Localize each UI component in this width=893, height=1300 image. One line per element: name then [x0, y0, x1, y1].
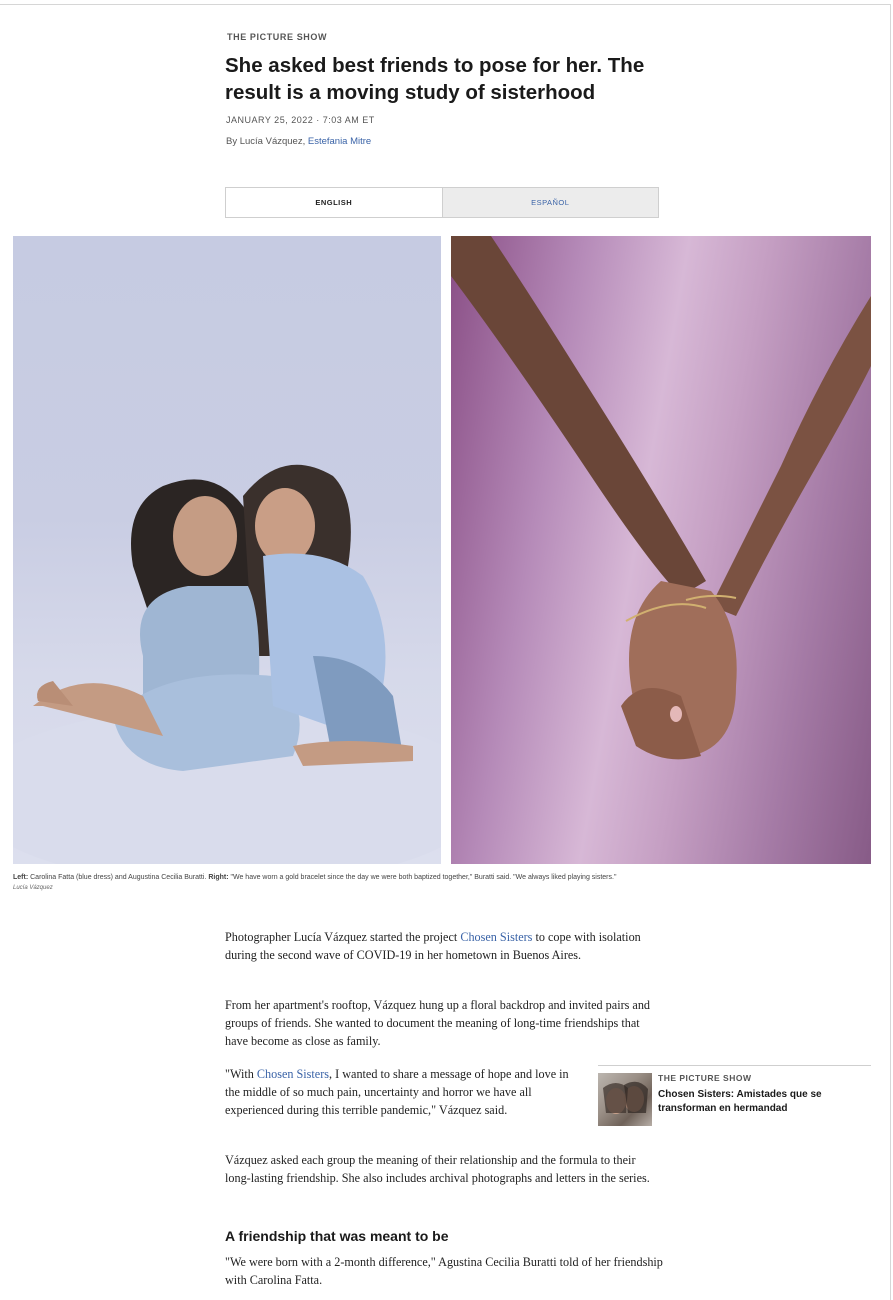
p3-text-a: "With [225, 1067, 257, 1081]
p1-text-a: Photographer Lucía Vázquez started the p… [225, 930, 461, 944]
body-paragraph-4: Vázquez asked each group the meaning of … [225, 1153, 650, 1185]
article-dateline: JANUARY 25, 2022 · 7:03 AM ET [226, 115, 375, 125]
section-kicker[interactable]: THE PICTURE SHOW [227, 32, 327, 42]
related-story-title[interactable]: Chosen Sisters: Amistades que se transfo… [658, 1088, 868, 1116]
related-story-card[interactable]: THE PICTURE SHOW Chosen Sisters: Amistad… [598, 1065, 871, 1127]
chosen-sisters-link-1[interactable]: Chosen Sisters [460, 930, 532, 944]
related-thumbnail-illustration [603, 1081, 648, 1114]
language-tabs: ENGLISH ESPAÑOL [225, 187, 659, 218]
caption-right-text: "We have worn a gold bracelet since the … [228, 874, 617, 881]
right-divider [890, 4, 891, 1300]
byline-prefix: By Lucía Vázquez, [226, 136, 308, 147]
chosen-sisters-link-2[interactable]: Chosen Sisters [257, 1067, 329, 1081]
body-paragraph-1: Photographer Lucía Vázquez started the p… [225, 928, 660, 964]
related-story-kicker[interactable]: THE PICTURE SHOW [658, 1073, 751, 1083]
photo-credit: Lucía Vázquez [13, 885, 53, 891]
related-story-thumbnail[interactable] [598, 1073, 652, 1126]
top-divider [0, 4, 890, 5]
caption-left-label: Left: [13, 874, 29, 881]
caption-left-text: Carolina Fatta (blue dress) and Augustin… [28, 874, 209, 881]
friends-portrait-illustration [13, 464, 441, 864]
tab-english[interactable]: ENGLISH [226, 188, 442, 217]
photo-clasped-hands[interactable] [451, 236, 871, 864]
tab-espanol[interactable]: ESPAÑOL [441, 188, 658, 217]
photo-friends-portrait[interactable] [13, 236, 441, 864]
article-byline: By Lucía Vázquez, Estefania Mitre [226, 136, 371, 147]
clasped-hands-illustration [451, 236, 871, 760]
photo-caption: Left: Carolina Fatta (blue dress) and Au… [13, 873, 873, 883]
body-paragraph-3: "With Chosen Sisters, I wanted to share … [225, 1065, 580, 1119]
byline-author-link[interactable]: Estefania Mitre [308, 136, 371, 147]
article-headline: She asked best friends to pose for her. … [225, 54, 645, 104]
body-paragraph-2: From her apartment's rooftop, Vázquez hu… [225, 998, 651, 1048]
caption-right-label: Right: [208, 874, 229, 881]
body-paragraph-5: "We were born with a 2-month difference,… [225, 1255, 663, 1287]
section-subhead: A friendship that was meant to be [225, 1228, 449, 1244]
